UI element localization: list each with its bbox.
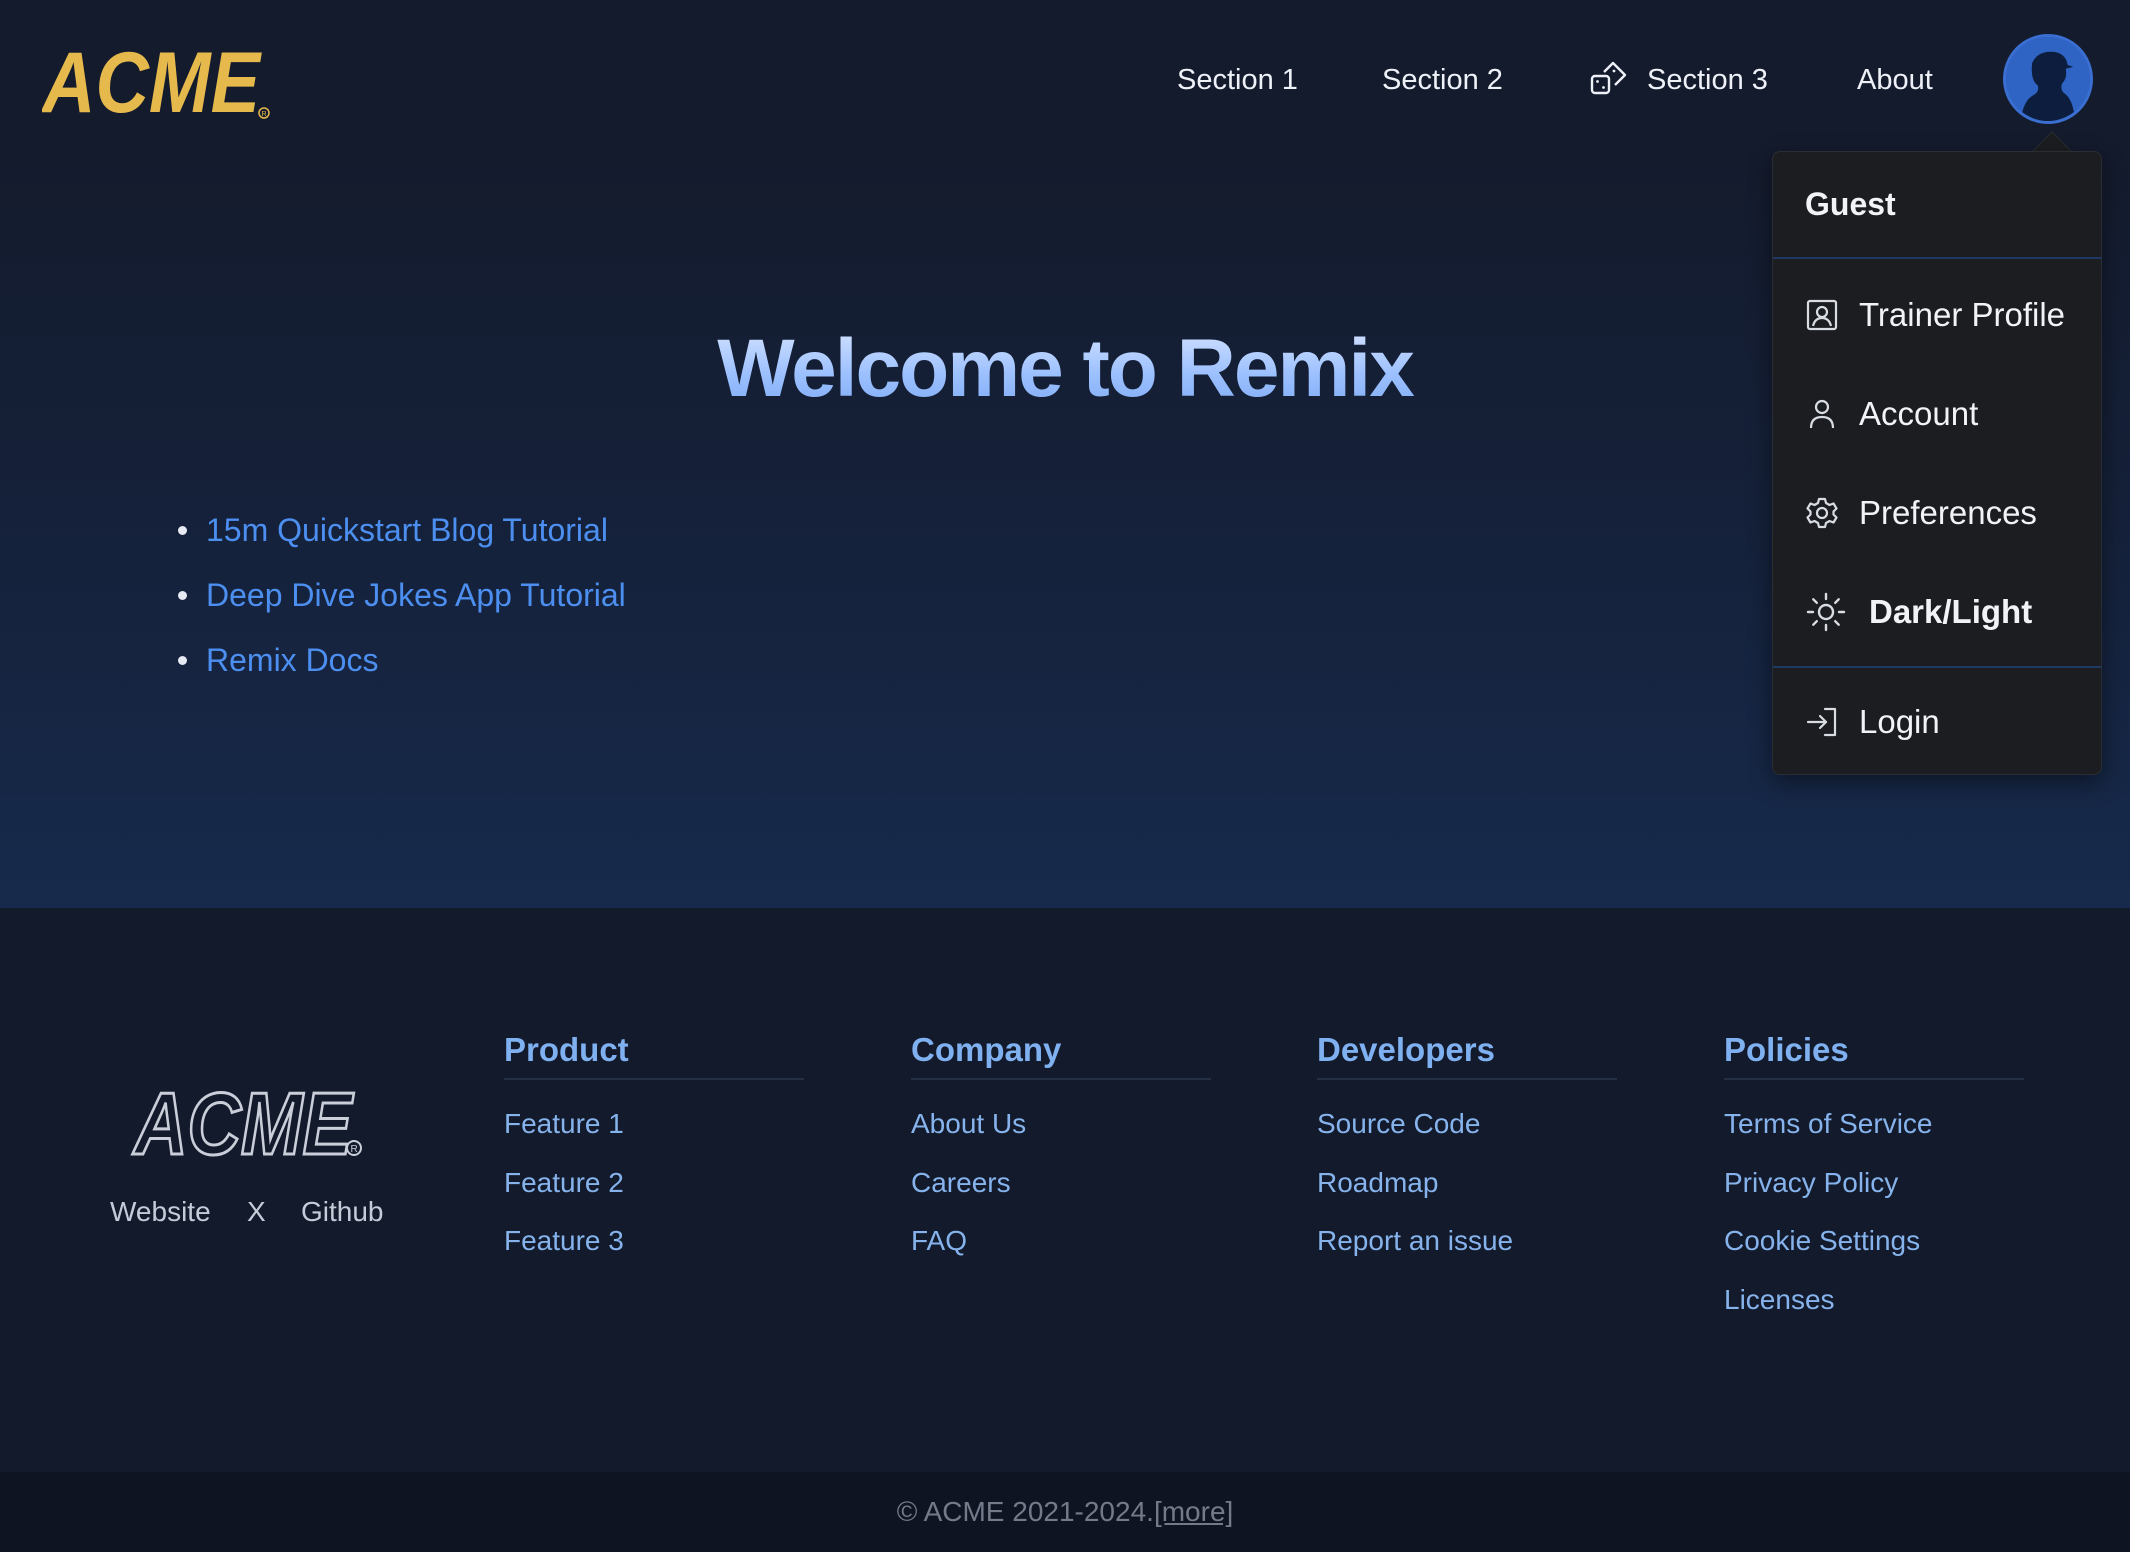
footer-acme-logo[interactable]: ACME R — [130, 1078, 365, 1164]
jokes-tutorial-link[interactable]: Deep Dive Jokes App Tutorial — [206, 577, 626, 614]
footer-column-title: Company — [911, 1020, 1211, 1080]
menu-item-label: Dark/Light — [1869, 593, 2033, 630]
dice-icon — [1590, 61, 1627, 95]
nav-section-1[interactable]: Section 1 — [1177, 58, 1298, 102]
footer-column-title: Product — [504, 1020, 804, 1080]
portrait-icon — [1806, 299, 1838, 331]
footer-link-source-code[interactable]: Source Code — [1317, 1108, 1480, 1139]
nav-section-2-label: Section 2 — [1382, 63, 1503, 96]
copyright-text: © ACME 2021-2024. — [896, 1496, 1154, 1527]
footer-column-policies: Policies Terms of Service Privacy Policy… — [1724, 1020, 2024, 1338]
nav-section-3[interactable]: Section 3 — [1589, 58, 1768, 102]
footer-link-licenses[interactable]: Licenses — [1724, 1284, 1835, 1315]
nav-about[interactable]: About — [1857, 58, 1933, 102]
svg-text:R: R — [262, 111, 267, 118]
footer-column-product: Product Feature 1 Feature 2 Feature 3 — [504, 1020, 804, 1280]
remix-docs-link[interactable]: Remix Docs — [206, 642, 378, 679]
footer-column-title: Policies — [1724, 1020, 2024, 1080]
nav-about-label: About — [1857, 63, 1933, 96]
footer-link-privacy[interactable]: Privacy Policy — [1724, 1167, 1898, 1198]
user-menu-dropdown: Guest Trainer Profile Account Preference… — [1772, 151, 2102, 775]
menu-item-login[interactable]: Login — [1773, 682, 2101, 762]
footer-column-title: Developers — [1317, 1020, 1617, 1080]
nav-section-3-label: Section 3 — [1647, 63, 1768, 96]
more-link[interactable]: [more] — [1154, 1496, 1233, 1528]
nav-section-2[interactable]: Section 2 — [1382, 58, 1503, 102]
menu-item-dark-light-toggle[interactable]: Dark/Light — [1773, 572, 2101, 652]
tutorial-links-list: 15m Quickstart Blog Tutorial Deep Dive J… — [178, 498, 626, 693]
gear-icon — [1806, 497, 1838, 529]
user-avatar[interactable] — [2003, 34, 2093, 124]
footer-link-report-issue[interactable]: Report an issue — [1317, 1225, 1513, 1256]
social-x-link[interactable]: X — [247, 1196, 266, 1228]
acme-logo[interactable]: ACME R — [42, 40, 272, 120]
svg-text:ACME: ACME — [42, 40, 262, 120]
footer: ACME R Website X Github Product Feature … — [0, 908, 2130, 1472]
menu-item-trainer-profile[interactable]: Trainer Profile — [1773, 275, 2101, 355]
copyright-bar: © ACME 2021-2024. [more] — [0, 1472, 2130, 1552]
menu-item-label: Account — [1859, 395, 1979, 432]
quickstart-link[interactable]: 15m Quickstart Blog Tutorial — [206, 512, 608, 549]
menu-item-account[interactable]: Account — [1773, 374, 2101, 454]
list-item: Remix Docs — [178, 628, 626, 693]
avatar-silhouette-icon — [2006, 37, 2090, 121]
bullet-icon — [178, 656, 187, 665]
footer-link-feature-2[interactable]: Feature 2 — [504, 1167, 624, 1198]
menu-item-label: Trainer Profile — [1859, 296, 2066, 333]
footer-link-about-us[interactable]: About Us — [911, 1108, 1026, 1139]
user-icon — [1809, 399, 1835, 429]
footer-link-careers[interactable]: Careers — [911, 1167, 1011, 1198]
footer-column-company: Company About Us Careers FAQ — [911, 1020, 1211, 1280]
menu-item-label: Preferences — [1859, 494, 2037, 531]
menu-item-preferences[interactable]: Preferences — [1773, 473, 2101, 553]
footer-link-feature-1[interactable]: Feature 1 — [504, 1108, 624, 1139]
bullet-icon — [178, 591, 187, 600]
footer-link-feature-3[interactable]: Feature 3 — [504, 1225, 624, 1256]
login-icon — [1806, 707, 1837, 737]
list-item: 15m Quickstart Blog Tutorial — [178, 498, 626, 563]
svg-text:ACME: ACME — [132, 1078, 354, 1164]
list-item: Deep Dive Jokes App Tutorial — [178, 563, 626, 628]
social-website-link[interactable]: Website — [110, 1196, 211, 1228]
social-github-link[interactable]: Github — [301, 1196, 384, 1228]
top-navbar: ACME R Section 1 Section 2 Section 3 Abo… — [0, 0, 2130, 160]
footer-link-terms[interactable]: Terms of Service — [1724, 1108, 1933, 1139]
svg-text:R: R — [351, 1144, 358, 1155]
footer-column-developers: Developers Source Code Roadmap Report an… — [1317, 1020, 1617, 1280]
footer-link-cookies[interactable]: Cookie Settings — [1724, 1225, 1920, 1256]
user-menu-username: Guest — [1773, 152, 2101, 259]
nav-section-1-label: Section 1 — [1177, 63, 1298, 96]
menu-item-label: Login — [1859, 703, 1940, 740]
bullet-icon — [178, 526, 187, 535]
footer-link-roadmap[interactable]: Roadmap — [1317, 1167, 1438, 1198]
sun-icon — [1806, 592, 1846, 632]
menu-divider — [1773, 666, 2101, 668]
footer-link-faq[interactable]: FAQ — [911, 1225, 967, 1256]
